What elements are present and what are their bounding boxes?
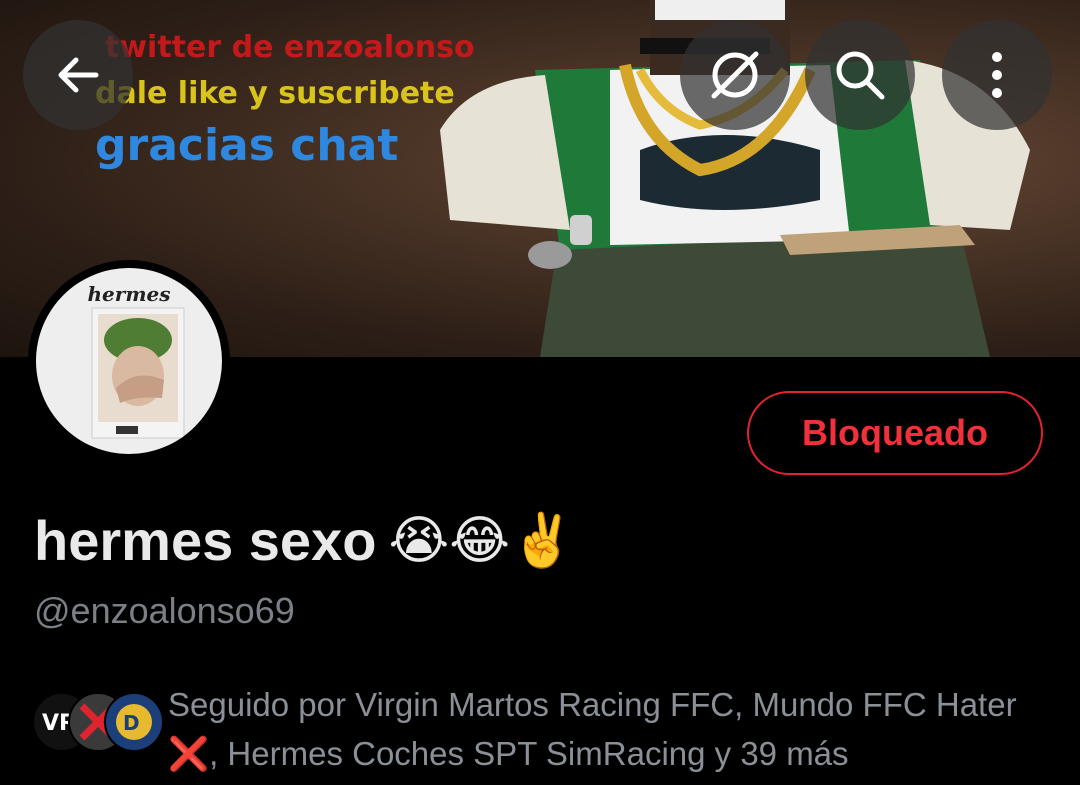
display-name-text: hermes sexo xyxy=(34,509,377,572)
follower-avatar-3: D xyxy=(104,692,164,752)
cross-mark-emoji: ❌ xyxy=(168,735,210,772)
search-icon xyxy=(836,51,885,100)
followed-by-text-start: Seguido por Virgin Martos Racing FFC, Mu… xyxy=(168,686,1017,723)
back-button[interactable] xyxy=(23,20,133,130)
more-options-button[interactable] xyxy=(942,20,1052,130)
grok-button[interactable] xyxy=(680,20,790,130)
mutual-followers-avatars[interactable]: VR D xyxy=(32,692,164,754)
blocked-button[interactable]: Bloqueado xyxy=(747,391,1043,475)
arrow-left-icon xyxy=(58,57,99,93)
banner-text-line3: gracias chat xyxy=(95,120,399,171)
more-vertical-icon xyxy=(992,52,1002,98)
banner-text-line2: dale like y suscribete xyxy=(95,76,455,111)
followed-by-text[interactable]: Seguido por Virgin Martos Racing FFC, Mu… xyxy=(168,680,1048,778)
svg-text:D: D xyxy=(123,711,140,735)
search-button[interactable] xyxy=(805,20,915,130)
followed-by-text-end: , Hermes Coches SPT SimRacing y 39 más xyxy=(209,735,849,772)
profile-avatar[interactable]: hermes xyxy=(28,260,230,462)
avatar-album-cover xyxy=(91,307,185,439)
grok-icon xyxy=(711,51,759,99)
display-name-emojis: 😭😂✌️ xyxy=(388,511,575,571)
user-handle: @enzoalonso69 xyxy=(34,590,295,631)
display-name: hermes sexo 😭😂✌️ xyxy=(34,508,575,573)
banner-text-line1: twitter de enzoalonso xyxy=(105,30,475,65)
avatar-image: hermes xyxy=(36,268,222,454)
